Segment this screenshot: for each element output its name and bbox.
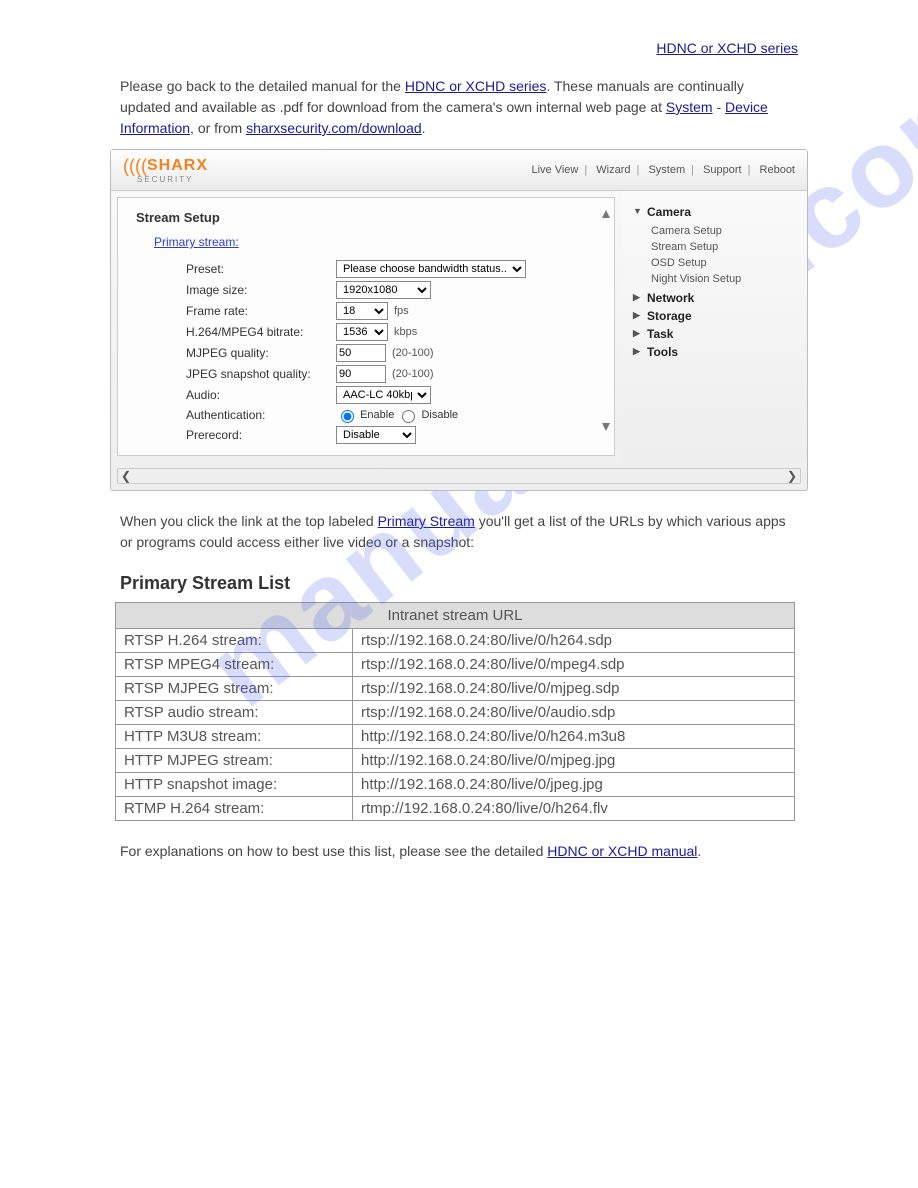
jpeg-input[interactable] (336, 365, 386, 383)
image-size-select[interactable]: 1920x1080 (336, 281, 431, 299)
primary-stream-text-link[interactable]: Primary Stream (378, 513, 475, 529)
table-row: HTTP snapshot image:http://192.168.0.24:… (116, 773, 795, 797)
nav-live-view[interactable]: Live View (531, 164, 578, 176)
bottom-manual-link[interactable]: HDNC or XCHD manual (547, 843, 697, 859)
nav-system[interactable]: System (648, 164, 685, 176)
jpeg-range: (20-100) (392, 368, 434, 380)
preset-select[interactable]: Please choose bandwidth status... (336, 260, 526, 278)
fps-suffix: fps (394, 305, 409, 317)
mid-paragraph: When you click the link at the top label… (120, 511, 798, 553)
preset-label: Preset: (186, 262, 336, 276)
logo-subtext: SECURITY (137, 175, 208, 184)
sidebar-sub-osd-setup[interactable]: OSD Setup (651, 255, 799, 271)
horizontal-scrollbar[interactable]: ❮ ❯ (117, 468, 801, 484)
prerecord-label: Prerecord: (186, 428, 336, 442)
table-row: RTSP MJPEG stream:rtsp://192.168.0.24:80… (116, 677, 795, 701)
sidebar-sub-night-vision[interactable]: Night Vision Setup (651, 271, 799, 287)
table-row: HTTP M3U8 stream:http://192.168.0.24:80/… (116, 725, 795, 749)
top-nav: Live View| Wizard| System| Support| Rebo… (531, 164, 795, 176)
sidebar-item-storage[interactable]: Storage (635, 309, 799, 323)
mjpeg-input[interactable] (336, 344, 386, 362)
intro-paragraph: Please go back to the detailed manual fo… (120, 76, 798, 139)
sidebar-sub-camera-setup[interactable]: Camera Setup (651, 223, 799, 239)
audio-label: Audio: (186, 388, 336, 402)
frame-rate-label: Frame rate: (186, 304, 336, 318)
table-row: RTMP H.264 stream:rtmp://192.168.0.24:80… (116, 797, 795, 821)
sidebar-item-camera[interactable]: Camera (635, 205, 799, 219)
kbps-suffix: kbps (394, 326, 417, 338)
prerecord-select[interactable]: Disable (336, 426, 416, 444)
jpeg-label: JPEG snapshot quality: (186, 367, 336, 381)
sidebar: Camera Camera Setup Stream Setup OSD Set… (621, 191, 807, 462)
sidebar-item-network[interactable]: Network (635, 291, 799, 305)
table-row: RTSP H.264 stream:rtsp://192.168.0.24:80… (116, 629, 795, 653)
mjpeg-label: MJPEG quality: (186, 346, 336, 360)
nav-wizard[interactable]: Wizard (596, 164, 630, 176)
logo-text: SHARX (147, 157, 208, 174)
logo-icon: (((( (123, 156, 147, 176)
bitrate-label: H.264/MPEG4 bitrate: (186, 325, 336, 339)
image-size-label: Image size: (186, 283, 336, 297)
primary-stream-list-heading: Primary Stream List (120, 573, 858, 594)
bottom-paragraph: For explanations on how to best use this… (120, 841, 798, 862)
scroll-left-icon[interactable]: ❮ (121, 469, 131, 483)
auth-disable-radio[interactable] (402, 410, 415, 423)
frame-rate-select[interactable]: 18 (336, 302, 388, 320)
sidebar-sub-stream-setup[interactable]: Stream Setup (651, 239, 799, 255)
auth-enable-radio[interactable] (341, 410, 354, 423)
audio-select[interactable]: AAC-LC 40kbps (336, 386, 431, 404)
table-header: Intranet stream URL (116, 603, 795, 629)
table-row: RTSP audio stream:rtsp://192.168.0.24:80… (116, 701, 795, 725)
nav-support[interactable]: Support (703, 164, 742, 176)
nav-reboot[interactable]: Reboot (760, 164, 795, 176)
table-row: HTTP MJPEG stream:http://192.168.0.24:80… (116, 749, 795, 773)
table-row: RTSP MPEG4 stream:rtsp://192.168.0.24:80… (116, 653, 795, 677)
camera-admin-screenshot: ((((SHARX SECURITY Live View| Wizard| Sy… (110, 149, 808, 491)
scroll-right-icon[interactable]: ❯ (787, 469, 797, 483)
series-link[interactable]: HDNC or XCHD series (405, 78, 547, 94)
vertical-scrollbar[interactable] (600, 210, 612, 431)
stream-url-table: Intranet stream URL RTSP H.264 stream:rt… (115, 602, 795, 821)
panel-title: Stream Setup (136, 210, 596, 225)
top-series-link[interactable]: HDNC or XCHD series (656, 40, 798, 56)
system-link[interactable]: System (666, 99, 713, 115)
mjpeg-range: (20-100) (392, 347, 434, 359)
bitrate-select[interactable]: 1536 (336, 323, 388, 341)
primary-stream-link[interactable]: Primary stream: (154, 235, 239, 249)
auth-label: Authentication: (186, 408, 336, 422)
sidebar-item-tools[interactable]: Tools (635, 345, 799, 359)
download-link[interactable]: sharxsecurity.com/download (246, 120, 422, 136)
sidebar-item-task[interactable]: Task (635, 327, 799, 341)
